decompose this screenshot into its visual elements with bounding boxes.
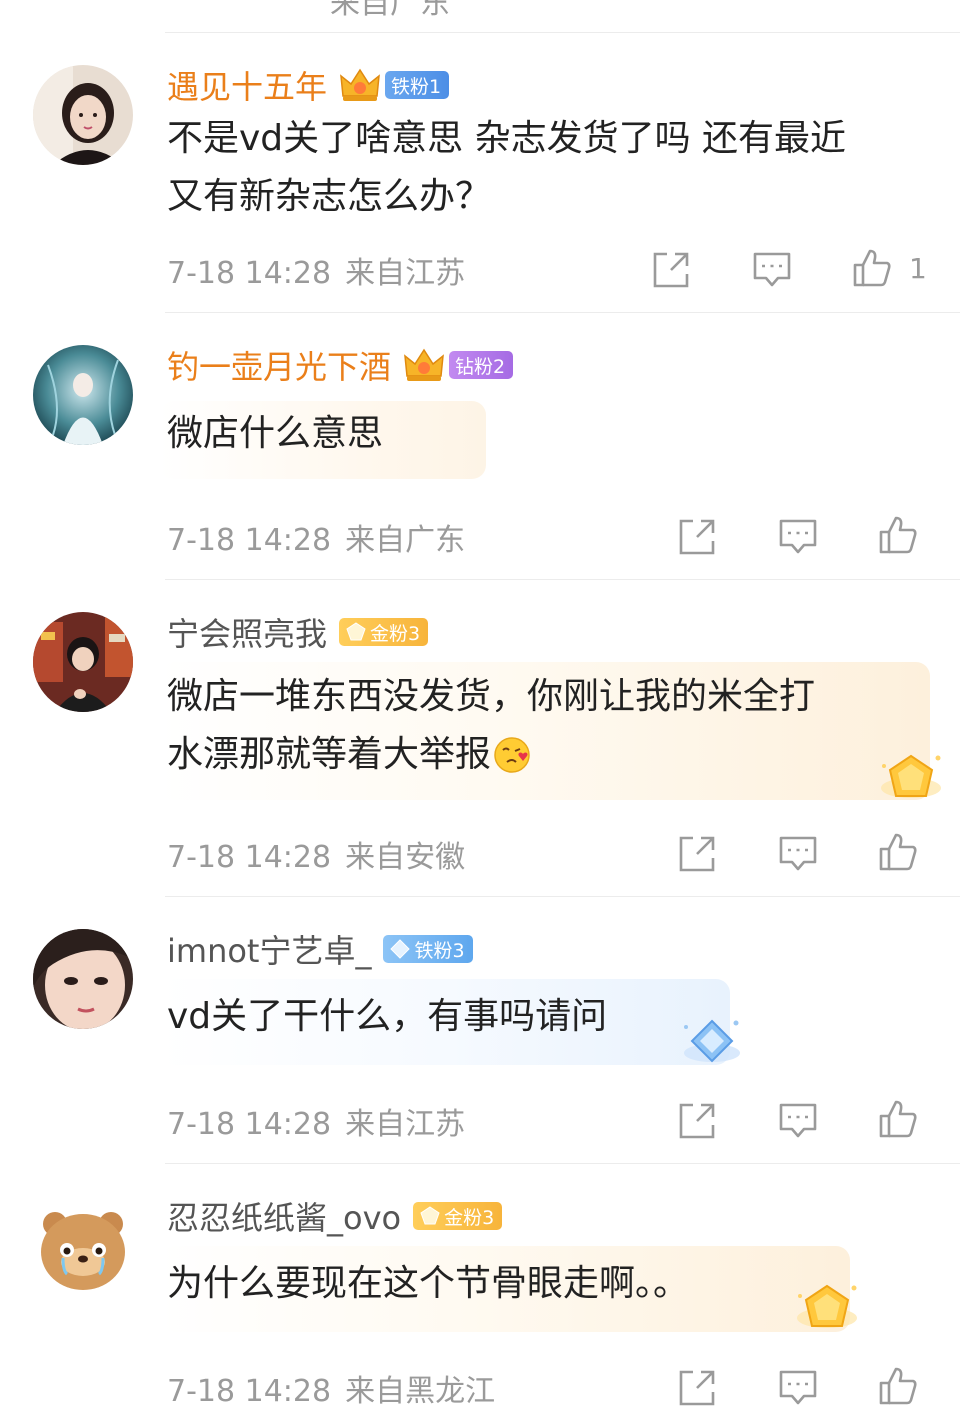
comment-text: 为什么要现在这个节骨眼走啊。。 xyxy=(167,1255,689,1313)
comment-location: 来自江苏 xyxy=(345,256,466,291)
share-icon[interactable] xyxy=(676,0,716,4)
fan-badge-label: 金粉3 xyxy=(370,622,421,645)
share-icon[interactable] xyxy=(677,1101,717,1141)
kiss-face-emoji xyxy=(494,737,530,773)
avatar[interactable] xyxy=(33,612,133,712)
comment-meta: 7-18 14:28 来自黑龙江 xyxy=(167,1366,495,1410)
comment-date: 7-18 14:28 xyxy=(167,1107,332,1142)
fan-badge-label: 金粉3 xyxy=(444,1206,495,1229)
share-icon[interactable] xyxy=(677,834,717,874)
like-icon[interactable] xyxy=(852,248,892,288)
avatar[interactable] xyxy=(33,65,133,165)
comment-location: 来自广东 xyxy=(345,523,466,558)
share-icon[interactable] xyxy=(677,1368,717,1408)
comment-icon[interactable] xyxy=(752,250,792,290)
share-icon[interactable] xyxy=(677,517,717,557)
name-row: 忍忍纸纸酱_ovo 金粉3 xyxy=(167,1193,503,1239)
fan-badge-label: 铁粉1 xyxy=(391,75,442,98)
avatar[interactable] xyxy=(33,345,133,445)
partial-meta: 来自广东 xyxy=(330,0,450,21)
comment-text-line: 不是vd关了啥意思 杂志发货了吗 还有最近 xyxy=(167,118,847,159)
diamond-fan-medal-icon xyxy=(684,1019,740,1063)
comment-meta: 7-18 14:28 来自江苏 xyxy=(167,1099,465,1143)
comment-meta: 7-18 14:28 来自广东 xyxy=(167,515,465,559)
comment-meta: 7-18 14:28 来自江苏 xyxy=(167,248,465,292)
gold-fan-medal-icon xyxy=(797,1284,857,1328)
avatar[interactable] xyxy=(33,1196,133,1296)
comment-text-segment: 水漂那就等着大举报 xyxy=(167,734,492,775)
vip-crown-icon xyxy=(340,68,380,101)
comment-item: 钓一壶月光下酒 钻粉2 微店什么意思 7-18 14:28 来自广东 xyxy=(0,313,960,579)
comment-text-line: 为什么要现在这个节骨眼走啊。。 xyxy=(167,1263,690,1304)
comment-date: 7-18 14:28 xyxy=(167,840,332,875)
comment-partial: 来自广东 xyxy=(0,0,960,32)
username[interactable]: 遇见十五年 xyxy=(167,62,327,108)
comment-text-line: 微店什么意思 xyxy=(167,413,384,454)
gold-gem-icon xyxy=(420,1206,440,1225)
comment-icon[interactable] xyxy=(778,1368,818,1408)
gold-fan-medal-icon xyxy=(881,754,941,798)
comment-text: 微店一堆东西没发货，你刚让我的米全打 水漂那就等着大举报 xyxy=(167,668,815,784)
comment-item: 宁会照亮我 金粉3 微店一堆东西没发货，你刚让我的米全打 水漂那就等着大举报 7… xyxy=(0,580,960,896)
fan-badge: 铁粉3 xyxy=(383,935,473,963)
comment-text-line: vd关了干什么，有事吗请问 xyxy=(167,996,608,1037)
comment-icon[interactable] xyxy=(778,1101,818,1141)
comment-date: 7-18 14:28 xyxy=(167,523,332,558)
comment-item: imnot宁艺卓_ 铁粉3 vd关了干什么，有事吗请问 7-18 14:28 来自… xyxy=(0,897,960,1163)
comment-icon[interactable] xyxy=(778,517,818,557)
fan-badge: 铁粉1 xyxy=(385,71,450,99)
name-row: 钓一壶月光下酒 钻粉2 xyxy=(167,342,514,388)
comment-icon[interactable] xyxy=(778,0,818,4)
comment-text-line: 水漂那就等着大举报 xyxy=(167,726,815,784)
fan-badge: 金粉3 xyxy=(413,1202,503,1230)
comment-meta: 7-18 14:28 来自安徽 xyxy=(167,832,465,876)
vip-crown-icon xyxy=(404,348,444,381)
comment-date: 7-18 14:28 xyxy=(167,256,332,291)
like-icon[interactable] xyxy=(878,0,918,4)
fan-badge-label: 钻粉2 xyxy=(455,355,506,378)
comment-text-line: 又有新杂志怎么办？ xyxy=(167,176,492,217)
name-row: 遇见十五年 铁粉1 xyxy=(167,62,450,108)
like-icon[interactable] xyxy=(878,515,918,555)
comment-location: 来自江苏 xyxy=(345,1107,466,1142)
name-row: 宁会照亮我 金粉3 xyxy=(167,609,429,655)
username[interactable]: 宁会照亮我 xyxy=(167,609,327,655)
diamond-icon xyxy=(390,939,411,959)
username[interactable]: imnot宁艺卓_ xyxy=(167,926,371,972)
fan-badge-label: 铁粉3 xyxy=(414,939,465,962)
comment-text: 微店什么意思 xyxy=(167,405,383,463)
comment-location: 来自安徽 xyxy=(345,840,466,875)
username[interactable]: 忍忍纸纸酱_ovo xyxy=(167,1193,401,1239)
like-icon[interactable] xyxy=(878,1099,918,1139)
comment-item: 忍忍纸纸酱_ovo 金粉3 为什么要现在这个节骨眼走啊。。 7-18 14:28… xyxy=(0,1164,960,1409)
like-icon[interactable] xyxy=(878,832,918,872)
avatar[interactable] xyxy=(33,929,133,1029)
name-row: imnot宁艺卓_ 铁粉3 xyxy=(167,927,473,971)
comment-date: 7-18 14:28 xyxy=(167,1374,332,1409)
like-count: 1 xyxy=(909,252,927,285)
share-icon[interactable] xyxy=(651,250,691,290)
gold-gem-icon xyxy=(346,622,366,641)
comment-location: 来自黑龙江 xyxy=(345,1374,496,1409)
comment-icon[interactable] xyxy=(778,834,818,874)
like-icon[interactable] xyxy=(878,1366,918,1406)
username[interactable]: 钓一壶月光下酒 xyxy=(167,342,391,388)
fan-badge: 金粉3 xyxy=(339,618,429,646)
comment-text-line: 微店一堆东西没发货，你刚让我的米全打 xyxy=(167,676,816,717)
comment-text: 不是vd关了啥意思 杂志发货了吗 还有最近 又有新杂志怎么办？ xyxy=(167,110,846,226)
comment-text: vd关了干什么，有事吗请问 xyxy=(167,988,607,1046)
fan-badge: 钻粉2 xyxy=(449,351,514,379)
comment-item: 遇见十五年 铁粉1 不是vd关了啥意思 杂志发货了吗 还有最近 又有新杂志怎么办… xyxy=(0,33,960,312)
